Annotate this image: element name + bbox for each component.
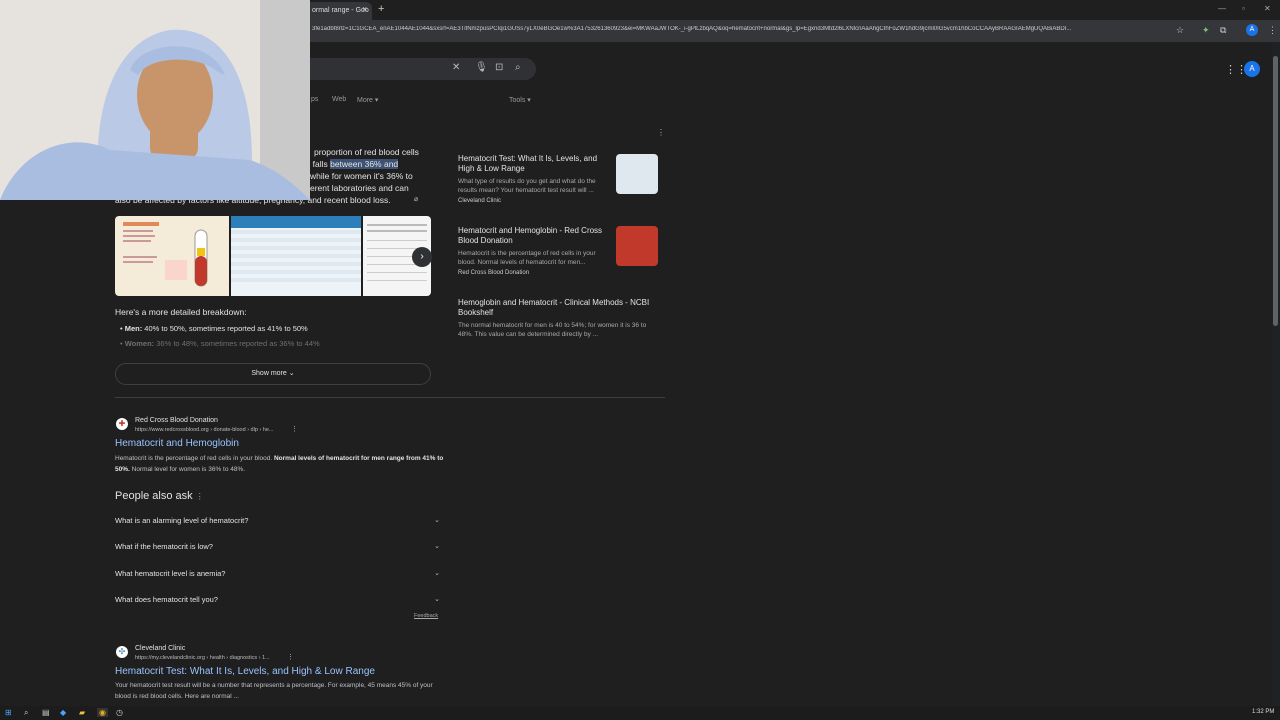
tab-more[interactable]: More ▾: [357, 96, 378, 104]
tab-partial[interactable]: ps: [311, 96, 318, 103]
minimize-icon[interactable]: —: [1218, 4, 1226, 13]
tab-title: ormal range - Goo: [312, 7, 369, 14]
chevron-down-icon: ⌄: [434, 570, 440, 577]
result-snippet: Hematocrit is the percentage of red cell…: [115, 455, 444, 473]
page-scrollbar[interactable]: [1272, 42, 1280, 706]
overview-highlight: between 36% and: [330, 159, 399, 169]
infographic-graphic: [123, 222, 208, 287]
overview-image-strip[interactable]: [115, 216, 431, 296]
source-card-source: Red Cross Blood Donation: [458, 270, 530, 276]
paa-question[interactable]: What hematocrit level is anemia? ⌄: [115, 569, 440, 578]
close-tab-icon[interactable]: ×: [362, 4, 367, 14]
table-graphic: [231, 216, 361, 282]
show-more-button[interactable]: Show more ⌄: [115, 363, 431, 385]
bookmark-star-icon[interactable]: ☆: [1176, 25, 1184, 36]
webcam-overlay: [0, 0, 310, 200]
taskbar-search-icon[interactable]: ⌕: [24, 708, 28, 718]
browser-menu-icon[interactable]: ⋮: [1268, 25, 1277, 36]
paa-question[interactable]: What if the hematocrit is low? ⌄: [115, 542, 440, 551]
source-card-source: Cleveland Clinic: [458, 198, 502, 204]
chevron-down-icon: ⌄: [434, 517, 440, 524]
result-snippet: Your hematocrit test result will be a nu…: [115, 682, 433, 700]
source-thumb-donation[interactable]: [616, 226, 658, 266]
taskbar-app-icon[interactable]: ◆: [60, 708, 66, 717]
taskbar-clock[interactable]: 1:32 PM: [1252, 709, 1274, 715]
result-title[interactable]: Hematocrit and Hemoglobin: [115, 438, 239, 449]
source-card-title[interactable]: Hematocrit and Hemoglobin - Red Cross Bl…: [458, 226, 608, 246]
result-site-name[interactable]: Red Cross Blood Donation: [135, 417, 218, 424]
result-menu-icon[interactable]: ⋮: [291, 425, 298, 433]
close-window-icon[interactable]: ✕: [1264, 4, 1271, 13]
redcross-favicon-icon: ✚: [116, 418, 128, 430]
result-site-name[interactable]: Cleveland Clinic: [135, 645, 185, 652]
account-avatar[interactable]: A: [1244, 61, 1260, 77]
profile-avatar-icon[interactable]: A: [1246, 24, 1258, 36]
chevron-down-icon: ⌄: [288, 370, 295, 377]
extensions-puzzle-icon[interactable]: ⧉: [1220, 25, 1226, 36]
lens-icon[interactable]: ⊡: [495, 62, 503, 73]
result-menu-icon[interactable]: ⋮: [287, 653, 294, 661]
next-image-button[interactable]: ›: [412, 247, 432, 267]
scrollbar-thumb[interactable]: [1273, 56, 1278, 326]
maximize-icon[interactable]: ▫: [1242, 4, 1245, 13]
task-view-icon[interactable]: ▤: [42, 708, 50, 717]
new-tab-icon[interactable]: +: [378, 3, 384, 15]
source-card-snippet: Hematocrit is the percentage of red cell…: [458, 250, 596, 266]
search-icon[interactable]: ⌕: [515, 62, 521, 73]
tools-button[interactable]: Tools ▾: [509, 96, 531, 104]
microphone-icon[interactable]: 🎙: [475, 62, 488, 73]
extension-icon[interactable]: ✦: [1202, 25, 1210, 36]
breakdown-heading: Here's a more detailed breakdown:: [115, 307, 247, 317]
search-input[interactable]: ✕ 🎙 ⊡ ⌕: [300, 58, 536, 80]
chevron-down-icon: ⌄: [434, 596, 440, 603]
infographic-image[interactable]: [115, 216, 229, 296]
start-windows-icon[interactable]: ⊞: [5, 708, 12, 717]
paa-heading: People also ask ⋮: [115, 490, 204, 502]
overview-menu-icon[interactable]: ⋮: [657, 128, 665, 137]
result-site-url[interactable]: https://www.redcrossblood.org › donate-b…: [135, 427, 274, 433]
result-site-url[interactable]: https://my.clevelandclinic.org › health …: [135, 655, 270, 661]
source-card-ncbi[interactable]: Hemoglobin and Hematocrit - Clinical Met…: [458, 298, 658, 339]
source-thumb-doctor[interactable]: [616, 154, 658, 194]
url-text[interactable]: 3fe1adbf8rlz=1C1GCEA_enAE1044AE1044&sxsr…: [312, 26, 1172, 32]
chrome-icon[interactable]: ◉: [97, 708, 108, 717]
overview-line: proportion of red blood cells: [314, 147, 419, 157]
tab-web[interactable]: Web: [332, 96, 346, 103]
file-explorer-icon[interactable]: ▰: [79, 708, 85, 717]
feedback-link[interactable]: Feedback: [414, 613, 438, 619]
webcam-person-image: [0, 0, 310, 200]
taskbar: ⊞ ⌕ ▤ ◆ ▰ ◉ ◷ 1:32 PM: [0, 706, 1280, 720]
overview-line: y falls between 36% and: [306, 159, 399, 169]
chevron-down-icon: ⌄: [434, 543, 440, 550]
overview-line: erent laboratories and can: [310, 183, 409, 193]
overview-line: while for women it's 36% to: [310, 171, 413, 181]
source-card-snippet: What type of results do you get and what…: [458, 178, 596, 194]
bullet-men: • Men: 40% to 50%, sometimes reported as…: [120, 324, 308, 333]
paa-question[interactable]: What does hematocrit tell you? ⌄: [115, 595, 440, 604]
citation-link-icon[interactable]: ⌀: [414, 195, 418, 203]
taskbar-clock-app-icon[interactable]: ◷: [116, 708, 123, 717]
section-divider: [115, 397, 665, 398]
source-card-title[interactable]: Hemoglobin and Hematocrit - Clinical Met…: [458, 298, 658, 318]
result-title[interactable]: Hematocrit Test: What It Is, Levels, and…: [115, 666, 375, 677]
source-card-title[interactable]: Hematocrit Test: What It Is, Levels, and…: [458, 154, 608, 174]
paa-question[interactable]: What is an alarming level of hematocrit?…: [115, 516, 440, 525]
source-card-snippet: The normal hematocrit for men is 40 to 5…: [458, 322, 647, 338]
hematocrit-table-image[interactable]: [231, 216, 361, 296]
clear-search-icon[interactable]: ✕: [452, 62, 460, 73]
bullet-women: • Women: 36% to 48%, sometimes reported …: [120, 339, 320, 348]
cleveland-favicon-icon: ✣: [116, 646, 128, 658]
paa-menu-icon[interactable]: ⋮: [196, 492, 204, 501]
